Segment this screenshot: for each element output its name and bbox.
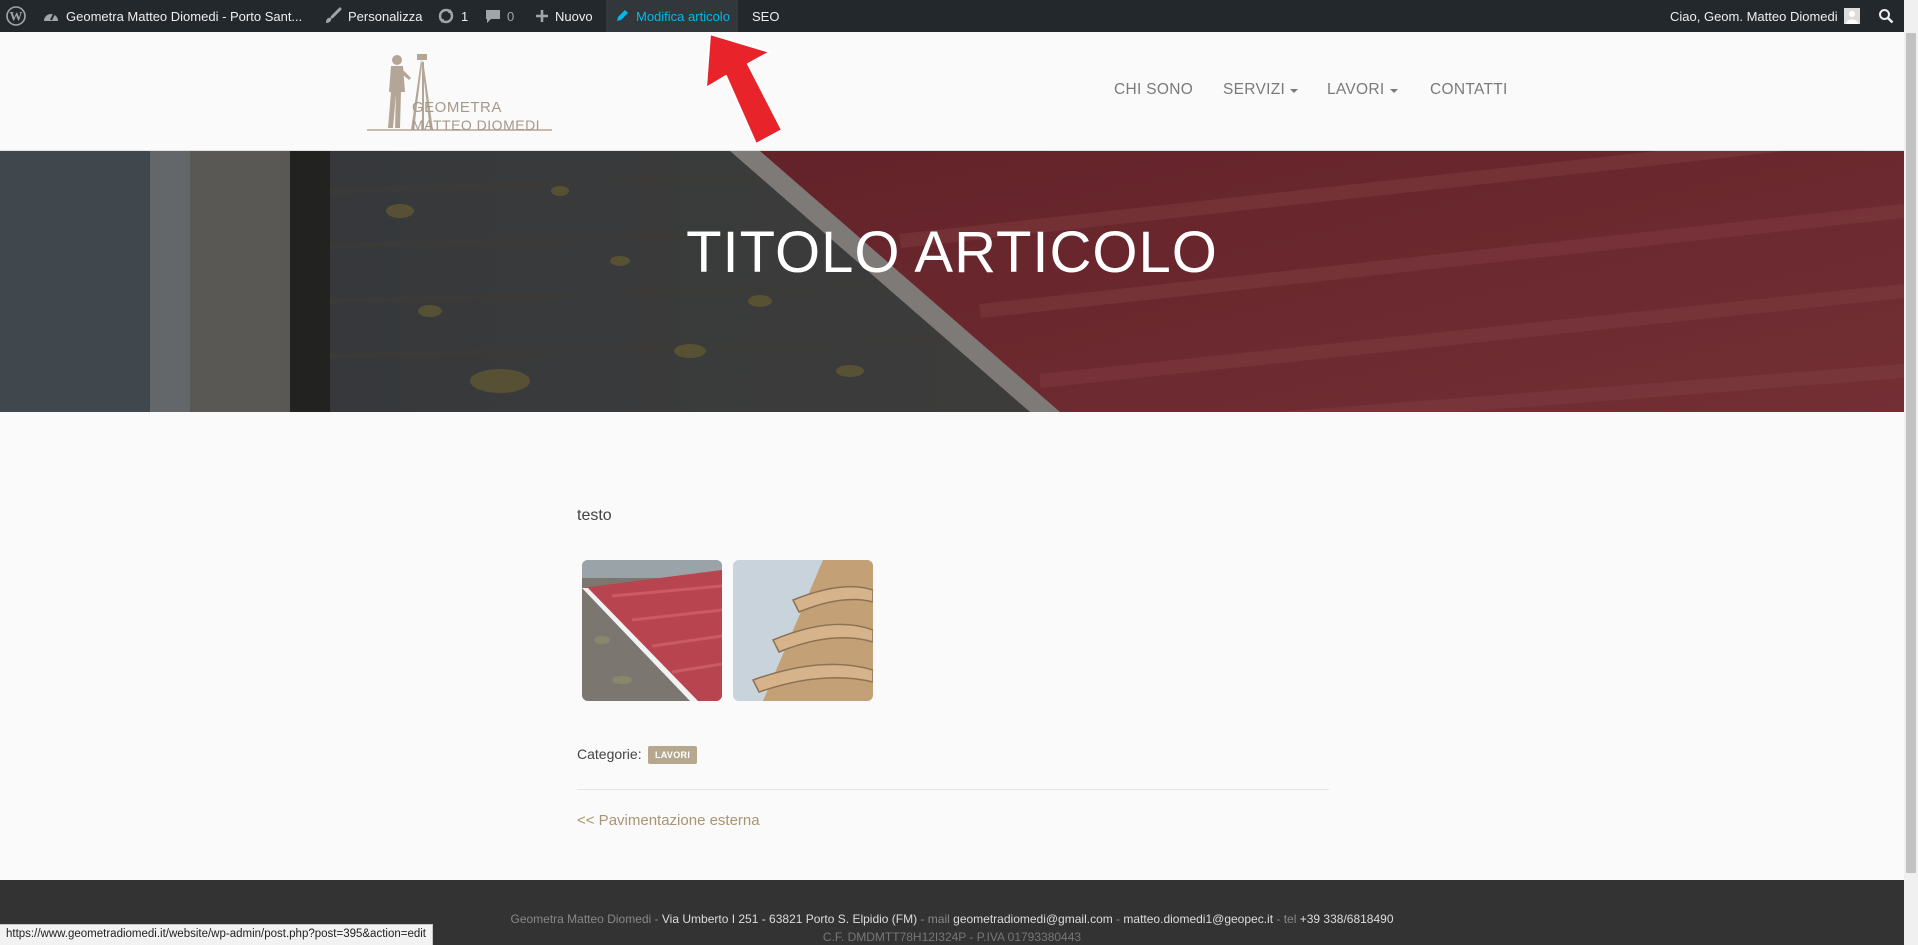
- updates-menu[interactable]: 1: [437, 0, 468, 32]
- category-badge-lavori[interactable]: LAVORI: [648, 746, 698, 764]
- site-name: Geometra Matteo Diomedi - Porto Sant...: [66, 8, 303, 24]
- updates-count: 1: [461, 8, 469, 24]
- caret-down-icon: [1290, 89, 1299, 93]
- annotation-arrow-icon: [705, 33, 783, 145]
- comments-count: 0: [507, 8, 515, 24]
- pencil-icon: [614, 8, 630, 24]
- nav-servizi-label: SERVIZI: [1223, 81, 1286, 98]
- seo-menu[interactable]: SEO: [752, 0, 779, 32]
- nav-lavori-label: LAVORI: [1327, 81, 1385, 98]
- account-menu[interactable]: Ciao, Geom. Matteo Diomedi: [1670, 0, 1860, 32]
- nav-contatti-label: CONTATTI: [1430, 81, 1508, 98]
- post-divider: [577, 789, 1329, 790]
- brush-icon: [324, 7, 342, 25]
- footer-tel-label: tel: [1283, 912, 1297, 926]
- plus-icon: [535, 9, 549, 23]
- nav-chi-sono[interactable]: CHI SONO: [1114, 81, 1193, 99]
- nav-servizi[interactable]: SERVIZI: [1223, 81, 1299, 99]
- gallery-image-roof[interactable]: [582, 560, 722, 701]
- greeting: Ciao, Geom. Matteo Diomedi: [1670, 8, 1838, 24]
- browser-status-url: https://www.geometradiomedi.it/website/w…: [0, 924, 433, 945]
- new-content-menu[interactable]: Nuovo: [535, 0, 593, 32]
- footer-separator: -: [651, 912, 662, 926]
- edit-post-label: Modifica articolo: [636, 8, 730, 24]
- wordpress-icon: W: [6, 6, 26, 26]
- search-button[interactable]: [1878, 0, 1894, 32]
- customize-menu[interactable]: Personalizza: [324, 0, 422, 32]
- scrollbar-thumb[interactable]: [1906, 33, 1916, 873]
- dashboard-icon: [42, 8, 60, 24]
- footer-phone[interactable]: +39 338/6818490: [1300, 912, 1394, 926]
- site-name-menu[interactable]: Geometra Matteo Diomedi - Porto Sant...: [42, 0, 302, 32]
- footer-separator: -: [1273, 912, 1284, 926]
- gallery-image-balconies[interactable]: [733, 560, 873, 701]
- footer-mail-label: mail: [927, 912, 950, 926]
- balconies-thumbnail: [733, 560, 873, 701]
- edit-post-menu[interactable]: Modifica articolo: [606, 0, 738, 32]
- customize-label: Personalizza: [348, 8, 423, 24]
- svg-text:W: W: [10, 9, 23, 24]
- nav-contatti[interactable]: CONTATTI: [1430, 81, 1508, 99]
- footer-email-2[interactable]: matteo.diomedi1@geopec.it: [1123, 912, 1273, 926]
- post-body-text: testo: [577, 507, 612, 524]
- footer-name: Geometra Matteo Diomedi: [510, 912, 652, 926]
- roof-thumbnail: [582, 560, 722, 701]
- caret-down-icon: [1389, 89, 1398, 93]
- nav-lavori[interactable]: LAVORI: [1327, 81, 1398, 99]
- seo-label: SEO: [752, 8, 780, 24]
- updates-icon: [437, 7, 455, 25]
- logo-line2: MATTEO DIOMEDI: [412, 117, 541, 133]
- post-title: TITOLO ARTICOLO: [686, 220, 1218, 285]
- admin-bar: W Geometra Matteo Diomedi - Porto Sant..…: [0, 0, 1918, 32]
- footer-address: Via Umberto I 251 - 63821 Porto S. Elpid…: [661, 912, 918, 926]
- search-icon: [1878, 8, 1894, 24]
- footer-email-1[interactable]: geometradiomedi@gmail.com: [953, 912, 1113, 926]
- footer-separator: -: [917, 912, 928, 926]
- site-header: GEOMETRA MATTEO DIOMEDI CHI SONO SERVIZI…: [0, 32, 1904, 151]
- logo-line1: GEOMETRA: [412, 99, 502, 116]
- comment-icon: [485, 8, 501, 24]
- wordpress-menu[interactable]: W: [6, 0, 26, 32]
- previous-post-link[interactable]: << Pavimentazione esterna: [577, 812, 760, 829]
- avatar-icon: [1843, 8, 1860, 24]
- new-label: Nuovo: [555, 8, 593, 24]
- nav-chi-sono-label: CHI SONO: [1114, 81, 1194, 98]
- hero-banner: TITOLO ARTICOLO: [0, 151, 1904, 412]
- categories-label: Categorie:: [577, 746, 642, 762]
- footer-separator: -: [1112, 912, 1124, 926]
- comments-menu[interactable]: 0: [485, 0, 514, 32]
